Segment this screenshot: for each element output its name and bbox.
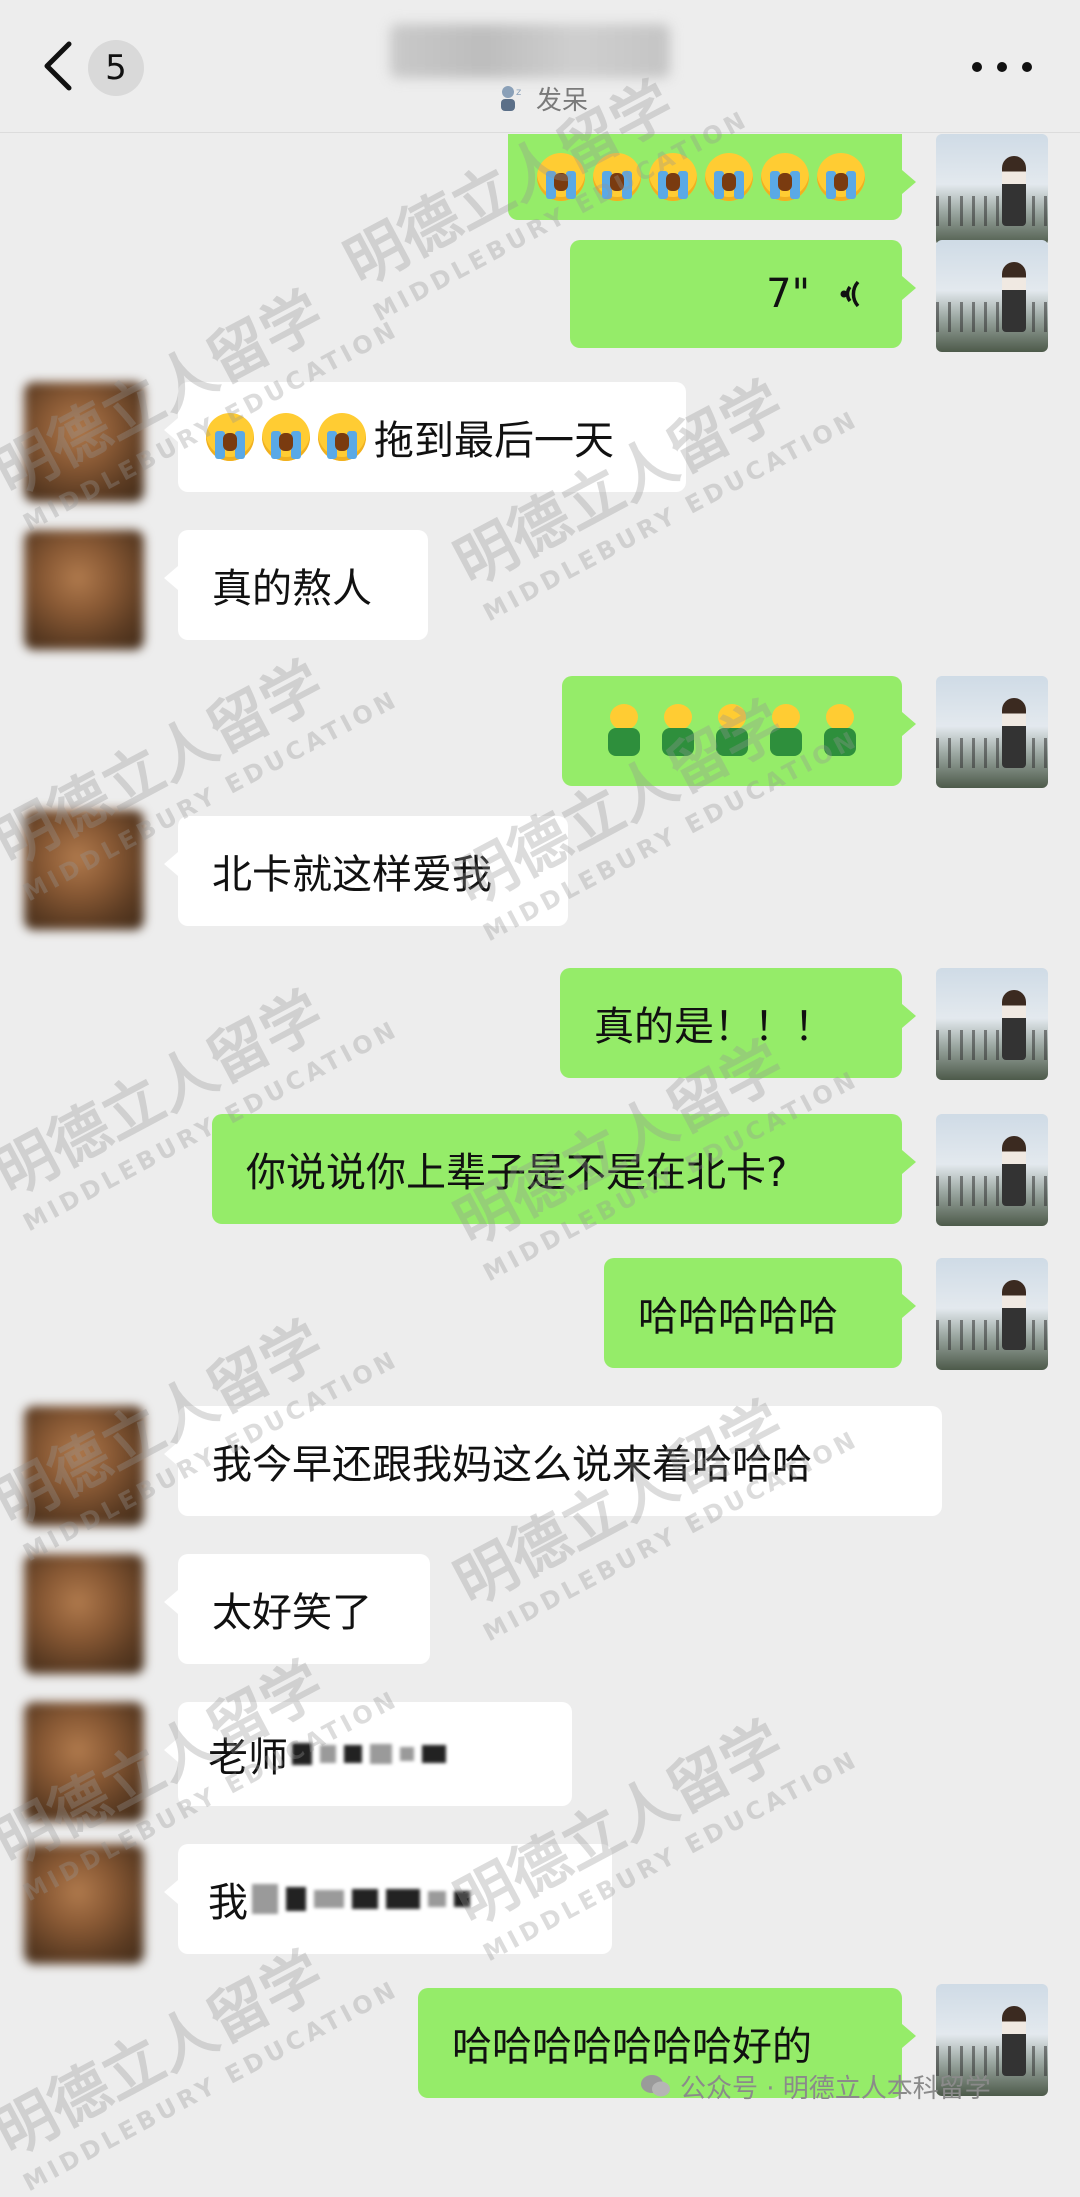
avatar-other[interactable] [24, 1554, 144, 1674]
green-doll-icon [766, 704, 806, 758]
message-text: 你说说你上辈子是不是在北卡? [246, 1150, 788, 1196]
avatar-other[interactable] [24, 1406, 144, 1526]
avatar-other[interactable] [24, 1844, 144, 1964]
text-message-bubble[interactable]: 真的熬人 [164, 530, 428, 640]
avatar-other[interactable] [24, 1702, 144, 1822]
contact-status: z 发呆 [496, 78, 588, 118]
avatar-self[interactable] [936, 968, 1048, 1080]
redacted-text [288, 1743, 450, 1765]
text-message-bubble[interactable]: 太好笑了 [164, 1554, 430, 1664]
source-credit: 公众号 · 明德立人本科留学 [640, 2064, 991, 2108]
message-text: 老师 [208, 1735, 288, 1781]
loudly-crying-face-icon [761, 153, 809, 201]
loudly-crying-face-icon [817, 153, 865, 201]
avatar-self[interactable] [936, 1258, 1048, 1370]
avatar-self[interactable] [936, 134, 1048, 246]
message-text: 真的是！！！ [594, 1004, 834, 1050]
text-message-bubble[interactable]: 我 [164, 1844, 612, 1954]
message-text: 太好笑了 [212, 1590, 372, 1636]
dot [1022, 62, 1032, 72]
voice-message-bubble[interactable]: 7" [570, 240, 916, 348]
unread-count-badge[interactable]: 5 [88, 40, 144, 96]
loudly-crying-face-icon [318, 413, 366, 461]
text-message-bubble[interactable]: 老师 [164, 1702, 572, 1806]
dot [972, 62, 982, 72]
text-message-bubble[interactable]: 哈哈哈哈哈 [604, 1258, 916, 1368]
status-icon: z [501, 86, 521, 111]
loudly-crying-face-icon [649, 153, 697, 201]
more-options-button[interactable] [972, 52, 1032, 82]
avatar-other[interactable] [24, 382, 144, 502]
green-doll-icon [658, 704, 698, 758]
green-doll-icon [604, 704, 644, 758]
voice-duration: 7" [766, 271, 810, 317]
message-text: 真的熬人 [212, 566, 372, 612]
text-message-bubble[interactable]: 真的是！！！ [560, 968, 916, 1078]
green-doll-icon [820, 704, 860, 758]
avatar-self[interactable] [936, 240, 1048, 352]
loudly-crying-face-icon [262, 413, 310, 461]
avatar-self[interactable] [936, 1114, 1048, 1226]
emoji-message-bubble[interactable] [508, 134, 916, 220]
status-text: 发呆 [536, 85, 589, 116]
text-message-bubble[interactable]: 拖到最后一天 [164, 382, 686, 492]
loudly-crying-face-icon [206, 413, 254, 461]
voice-wave-icon [840, 280, 860, 308]
message-text: 哈哈哈哈哈 [638, 1294, 838, 1340]
loudly-crying-face-icon [537, 153, 585, 201]
avatar-self[interactable] [936, 676, 1048, 788]
message-text: 拖到最后一天 [374, 418, 614, 464]
emoji-message-bubble[interactable] [562, 676, 916, 786]
back-button[interactable] [34, 38, 82, 94]
dot [997, 62, 1007, 72]
redacted-text [248, 1884, 474, 1914]
message-text: 我今早还跟我妈这么说来着哈哈哈 [212, 1442, 812, 1488]
chevron-left-icon [44, 41, 72, 91]
text-message-bubble[interactable]: 你说说你上辈子是不是在北卡? [212, 1114, 916, 1224]
svg-text:z: z [516, 87, 521, 98]
message-text: 我 [208, 1880, 248, 1926]
text-message-bubble[interactable]: 我今早还跟我妈这么说来着哈哈哈 [164, 1406, 942, 1516]
message-text: 北卡就这样爱我 [212, 852, 492, 898]
chat-header: 5 z 发呆 [0, 0, 1080, 133]
green-doll-icon [712, 704, 752, 758]
chat-title-blurred [390, 24, 670, 78]
avatar-other[interactable] [24, 530, 144, 650]
text-message-bubble[interactable]: 北卡就这样爱我 [164, 816, 568, 926]
wechat-icon [641, 2075, 670, 2097]
loudly-crying-face-icon [705, 153, 753, 201]
avatar-other[interactable] [24, 810, 144, 930]
loudly-crying-face-icon [593, 153, 641, 201]
credit-text: 公众号 · 明德立人本科留学 [680, 2073, 991, 2104]
